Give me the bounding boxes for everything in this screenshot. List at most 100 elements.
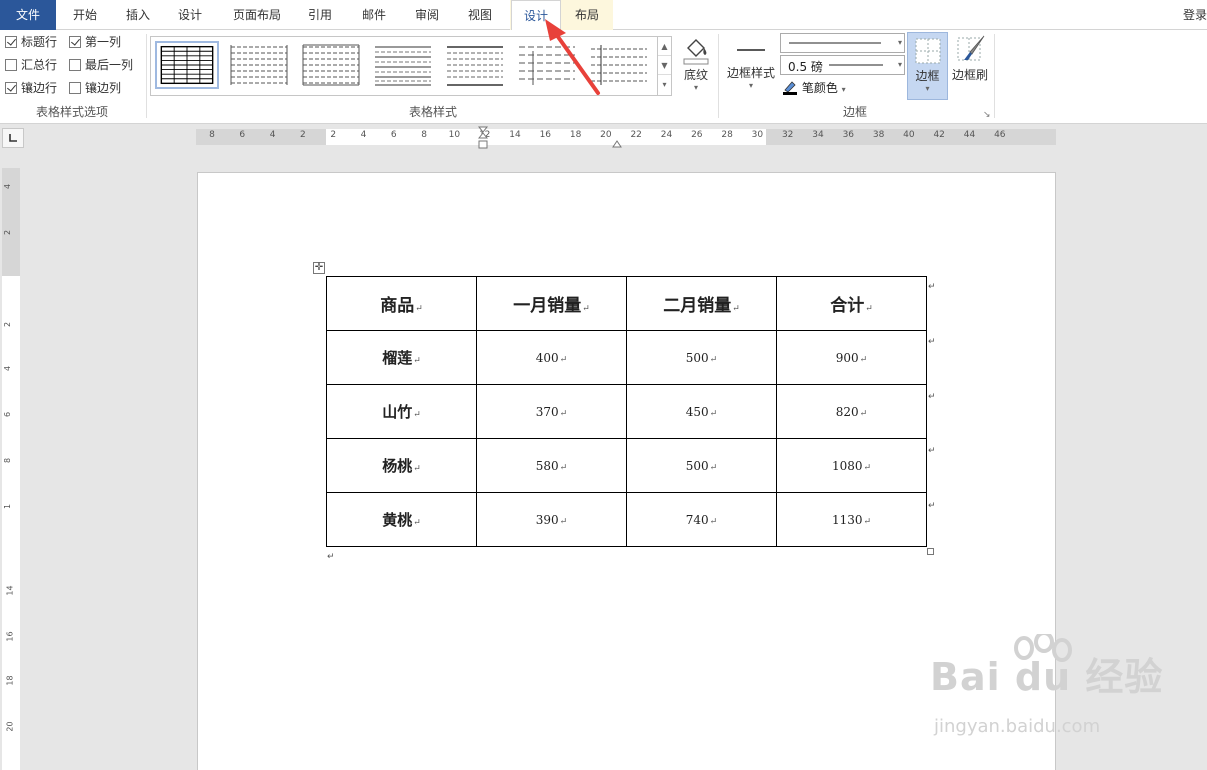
shading-button[interactable]: 底纹 ▾ [676, 34, 716, 100]
table-cell[interactable]: 390↵ [476, 492, 627, 547]
tab-insert[interactable]: 插入 [114, 0, 162, 30]
border-painter-button[interactable]: 边框刷 [950, 34, 990, 100]
tab-references[interactable]: 引用 [296, 0, 344, 30]
ruler-number: 4 [3, 365, 13, 372]
border-style-line-icon [737, 49, 765, 51]
end-of-row-mark-icon: ↵ [928, 392, 936, 402]
table-cell[interactable]: 450↵ [626, 384, 777, 439]
ruler-number: 8 [421, 130, 427, 140]
borders-grid-icon [915, 38, 940, 64]
table-cell[interactable]: 1080↵ [776, 438, 927, 493]
ruler-number: 2 [3, 321, 13, 328]
paragraph-mark-icon: ↵ [709, 408, 718, 419]
gallery-down-icon[interactable]: ▼ [658, 56, 671, 75]
indent-marker-icon[interactable] [477, 126, 489, 150]
paragraph-mark-icon: ↵ [415, 304, 423, 314]
horizontal-ruler[interactable]: 8642246810121416182022242628303234363840… [196, 126, 1056, 149]
table-cell[interactable]: 740↵ [626, 492, 777, 547]
tab-home[interactable]: 开始 [60, 0, 110, 30]
table-style-dashed-1[interactable] [227, 41, 291, 89]
borders-button[interactable]: 边框 ▾ [907, 32, 948, 100]
dialog-launcher-icon[interactable]: ↘ [983, 110, 991, 120]
table-cell[interactable]: 山竹↵ [326, 384, 477, 439]
table-cell[interactable]: 820↵ [776, 384, 927, 439]
ruler-number: 18 [5, 675, 15, 686]
table-styles-group-label: 表格样式 [408, 105, 457, 119]
paragraph-mark-icon: ↵ [582, 304, 590, 314]
banded-columns-checkbox[interactable] [69, 82, 81, 94]
table-cell[interactable]: 370↵ [476, 384, 627, 439]
option-total-row[interactable]: 汇总行 [5, 56, 57, 74]
header-row-checkbox[interactable] [5, 36, 17, 48]
ruler-number: 38 [872, 130, 885, 140]
banded-rows-checkbox[interactable] [5, 82, 17, 94]
gallery-more-icon[interactable]: ▾ [658, 75, 671, 94]
paint-bucket-icon [683, 39, 709, 65]
ruler-number: 6 [390, 130, 397, 140]
sales-table[interactable]: 商品↵ 一月销量↵ 二月销量↵ 合计↵ 榴莲↵ 400↵ 500↵ 900↵ 山… [326, 276, 927, 547]
table-cell[interactable]: 黄桃↵ [326, 492, 477, 547]
table-style-dashed-2[interactable] [299, 41, 363, 89]
table-style-grid[interactable] [155, 41, 219, 89]
line-style-select[interactable]: ▾ [780, 33, 905, 53]
border-styles-dropdown-icon: ▾ [748, 81, 753, 90]
right-indent-marker-icon[interactable] [612, 137, 622, 148]
option-banded-rows[interactable]: 镶边行 [5, 79, 57, 97]
ruler-number: 46 [994, 130, 1006, 140]
table-move-handle-icon[interactable]: ✛ [313, 262, 325, 274]
header-cell[interactable]: 合计↵ [776, 276, 927, 331]
last-column-checkbox[interactable] [69, 59, 81, 71]
table-cell[interactable]: 500↵ [626, 330, 777, 385]
ruler-number: 14 [509, 130, 521, 140]
paragraph-mark-icon: ↵ [732, 304, 740, 314]
tab-review[interactable]: 审阅 [403, 0, 451, 30]
header-cell[interactable]: 一月销量↵ [476, 276, 627, 331]
tab-table-layout[interactable]: 布局 [563, 0, 611, 30]
header-cell[interactable]: 商品↵ [326, 276, 477, 331]
paragraph-mark-icon: ↵ [859, 408, 868, 419]
table-style-lines-2[interactable] [443, 41, 507, 89]
table-cell[interactable]: 杨桃↵ [326, 438, 477, 493]
paragraph-mark-icon: ↵ [413, 518, 421, 528]
pen-color-button[interactable]: 笔颜色 ▾ [782, 79, 846, 97]
tab-view[interactable]: 视图 [456, 0, 504, 30]
ruler-number: 4 [360, 130, 367, 140]
table-style-lines-4[interactable] [587, 41, 651, 89]
table-cell[interactable]: 500↵ [626, 438, 777, 493]
paragraph-mark-icon: ↵ [559, 516, 568, 527]
ruler-number: 28 [721, 130, 733, 140]
ruler-number: 18 [569, 130, 582, 140]
first-column-checkbox[interactable] [69, 36, 81, 48]
gallery-up-icon[interactable]: ▲ [658, 37, 671, 56]
ruler-number: 44 [963, 130, 976, 140]
table-cell[interactable]: 榴莲↵ [326, 330, 477, 385]
option-header-row[interactable]: 标题行 [5, 33, 57, 51]
table-cell[interactable]: 900↵ [776, 330, 927, 385]
table-cell[interactable]: 580↵ [476, 438, 627, 493]
tab-table-design[interactable]: 设计 [511, 0, 561, 31]
option-first-column[interactable]: 第一列 [69, 33, 121, 51]
login-link[interactable]: 登录 [1183, 0, 1207, 30]
tab-page-layout[interactable]: 页面布局 [224, 0, 290, 30]
table-style-lines-1[interactable] [371, 41, 435, 89]
border-styles-button[interactable]: 边框样式 ▾ [724, 34, 778, 100]
vertical-ruler[interactable]: 4 2 2 4 6 8 1 14 16 18 20 [2, 168, 20, 770]
table-cell[interactable]: 400↵ [476, 330, 627, 385]
paragraph-mark-icon: ↵ [865, 304, 873, 314]
gallery-scrollbar[interactable]: ▲ ▼ ▾ [657, 37, 671, 95]
option-last-column[interactable]: 最后一列 [69, 56, 133, 74]
table-resize-handle[interactable] [927, 548, 934, 555]
shading-dropdown-icon: ▾ [693, 83, 698, 92]
line-weight-select[interactable]: 0.5 磅 ▾ [780, 55, 905, 75]
header-cell[interactable]: 二月销量↵ [626, 276, 777, 331]
tab-file[interactable]: 文件 [0, 0, 56, 30]
tab-selector-button[interactable] [2, 128, 24, 148]
tab-design[interactable]: 设计 [166, 0, 214, 30]
option-banded-columns[interactable]: 镶边列 [69, 79, 121, 97]
table-cell[interactable]: 1130↵ [776, 492, 927, 547]
ruler-number: 24 [660, 130, 673, 140]
tab-mailings[interactable]: 邮件 [350, 0, 398, 30]
group-separator [718, 34, 719, 118]
table-style-lines-3[interactable] [515, 41, 579, 89]
total-row-checkbox[interactable] [5, 59, 17, 71]
